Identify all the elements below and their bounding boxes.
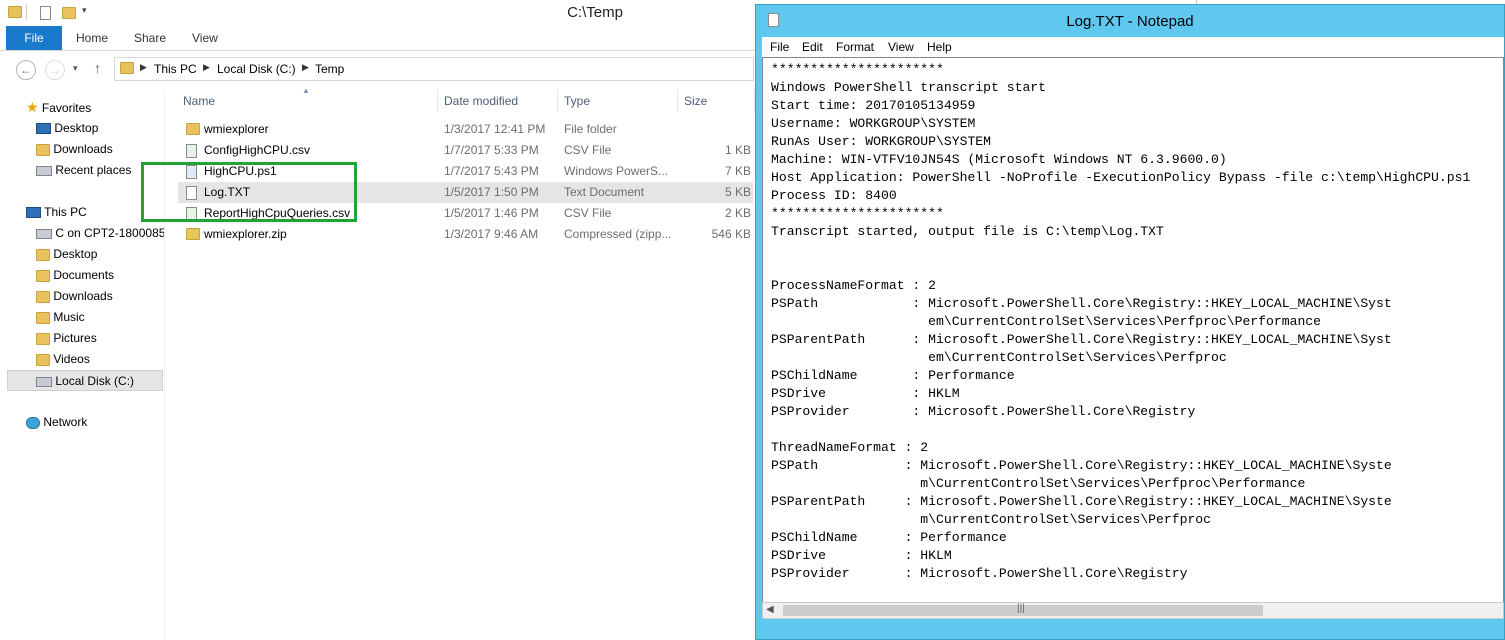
horizontal-scrollbar[interactable]: ◀ ||| <box>762 602 1504 619</box>
folder-icon <box>36 290 50 303</box>
music-folder-icon <box>36 311 50 324</box>
nav-item-desktop-pc[interactable]: Desktop <box>36 244 97 265</box>
chevron-right-icon[interactable]: ▶ <box>302 62 309 73</box>
back-button[interactable]: ← <box>16 60 36 80</box>
breadcrumb-local-disk[interactable]: Local Disk (C:) <box>217 62 296 76</box>
pictures-folder-icon <box>36 332 50 345</box>
nav-item-network-drive[interactable]: C on CPT2-18000858 <box>36 223 164 244</box>
address-bar[interactable] <box>114 57 754 81</box>
address-folder-icon <box>120 62 134 74</box>
star-icon: ★ <box>26 99 39 115</box>
file-row[interactable]: wmiexplorer 1/3/2017 12:41 PM File folde… <box>178 119 753 140</box>
nav-this-pc[interactable]: This PC <box>26 202 87 223</box>
downloads-folder-icon <box>36 143 50 156</box>
scroll-left-icon[interactable]: ◀ <box>766 604 774 615</box>
nav-item-downloads-pc[interactable]: Downloads <box>36 286 113 307</box>
breadcrumb-this-pc[interactable]: This PC <box>154 62 197 76</box>
nav-item-documents[interactable]: Documents <box>36 265 114 286</box>
breadcrumb-temp[interactable]: Temp <box>315 62 344 76</box>
file-row[interactable]: ConfigHighCPU.csv 1/7/2017 5:33 PM CSV F… <box>178 140 753 161</box>
folder-icon <box>36 248 50 261</box>
arrow-right-icon: → <box>49 63 61 77</box>
nav-item-music[interactable]: Music <box>36 307 85 328</box>
menu-format[interactable]: Format <box>836 40 874 54</box>
desktop-icon <box>36 123 51 135</box>
arrow-up-icon: ↑ <box>94 60 101 76</box>
forward-button[interactable]: → <box>45 60 65 80</box>
column-header-size[interactable]: Size <box>678 90 755 112</box>
nav-item-local-disk[interactable]: Local Disk (C:) <box>7 370 163 391</box>
notepad-window: Log.TXT - Notepad File Edit Format View … <box>755 4 1505 640</box>
notepad-title-bar[interactable]: Log.TXT - Notepad <box>756 5 1504 35</box>
csv-file-icon <box>186 144 197 158</box>
menu-view[interactable]: View <box>888 40 914 54</box>
tab-home[interactable]: Home <box>76 26 108 50</box>
nav-item-desktop[interactable]: Desktop <box>36 118 98 139</box>
highlight-box <box>141 162 357 222</box>
nav-network[interactable]: Network <box>26 412 87 433</box>
grip-icon: ||| <box>1017 603 1025 614</box>
notepad-bottom-frame <box>762 619 1504 637</box>
network-icon <box>26 416 40 429</box>
zip-file-icon <box>186 228 200 240</box>
notepad-title: Log.TXT - Notepad <box>1066 13 1194 30</box>
tab-file[interactable]: File <box>6 26 62 50</box>
column-header-date[interactable]: Date modified <box>438 90 558 112</box>
folder-icon <box>36 269 50 282</box>
nav-item-videos[interactable]: Videos <box>36 349 90 370</box>
computer-icon <box>26 207 41 219</box>
recent-locations-icon[interactable]: ▾ <box>73 63 78 74</box>
nav-favorites[interactable]: ★ Favorites <box>26 97 91 118</box>
chevron-right-icon[interactable]: ▶ <box>203 62 210 73</box>
recent-places-icon <box>36 165 52 176</box>
videos-folder-icon <box>36 353 50 366</box>
notepad-menu-bar: File Edit Format View Help <box>762 37 1504 57</box>
folder-icon <box>186 123 200 135</box>
notepad-content: ********************** Windows PowerShel… <box>771 62 1471 581</box>
tab-share[interactable]: Share <box>134 26 166 50</box>
up-button[interactable]: ↑ <box>94 60 101 76</box>
navigation-pane: ★ Favorites Desktop Downloads Recent pla… <box>0 96 164 640</box>
arrow-left-icon: ← <box>20 63 32 77</box>
menu-file[interactable]: File <box>770 40 789 54</box>
notepad-text-area[interactable]: ********************** Windows PowerShel… <box>762 57 1504 603</box>
column-header-type[interactable]: Type <box>558 90 678 112</box>
menu-edit[interactable]: Edit <box>802 40 823 54</box>
nav-item-downloads[interactable]: Downloads <box>36 139 113 160</box>
tab-view[interactable]: View <box>192 26 218 50</box>
nav-item-recent-places[interactable]: Recent places <box>36 160 131 181</box>
file-row[interactable]: wmiexplorer.zip 1/3/2017 9:46 AM Compres… <box>178 224 753 245</box>
sort-arrow-icon: ▲ <box>302 86 310 95</box>
chevron-right-icon[interactable]: ▶ <box>140 62 147 73</box>
nav-item-pictures[interactable]: Pictures <box>36 328 97 349</box>
network-drive-icon <box>36 228 52 239</box>
menu-help[interactable]: Help <box>927 40 952 54</box>
drive-icon <box>36 376 52 387</box>
